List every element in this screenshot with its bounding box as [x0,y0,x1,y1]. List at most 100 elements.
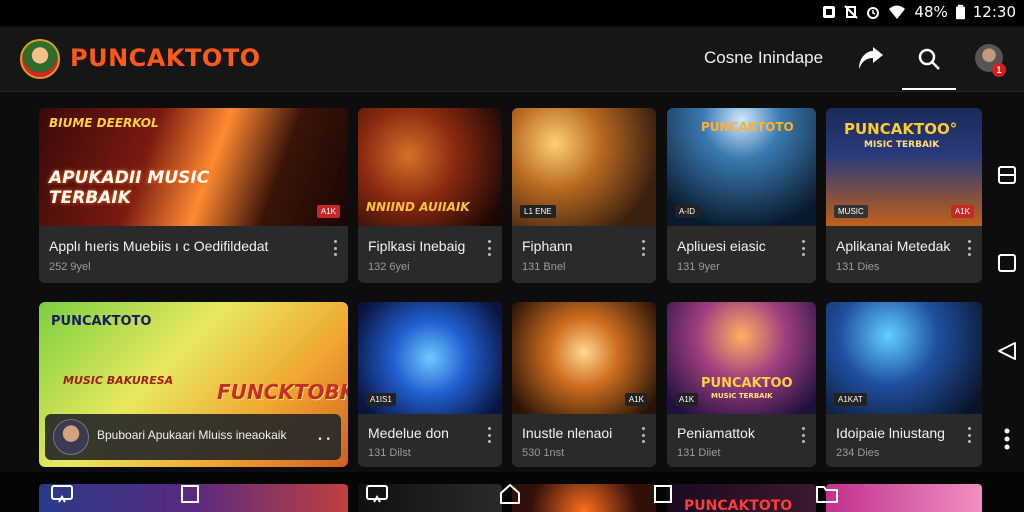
folder-icon[interactable] [815,482,839,506]
thumb-badge: A-ID [675,205,699,218]
share-icon[interactable] [855,44,885,74]
search-icon[interactable] [914,44,944,74]
clock: 12:30 [972,3,1016,21]
card-meta: 234 Dies [836,447,880,459]
thumb-title: FUNCKTOBK [217,380,348,404]
status-icons: 48% 12:30 [822,3,1016,21]
cast-icon[interactable] [50,482,74,506]
bottom-brand-text: PUNCAKTOTO [684,498,793,512]
thumb-badge: A1KAT [834,393,867,406]
card-title: Fiphann [522,238,573,254]
thumb-badge: A1K [950,205,974,218]
home-icon[interactable] [498,482,522,506]
more-options-icon[interactable] [966,427,972,443]
home-square-icon[interactable] [990,246,1024,280]
video-card[interactable]: A1IS1 Medelue don 131 Dilst [358,302,502,467]
thumb-title: APUKADII MUSIC TERBAIK [49,168,210,208]
thumb-badge: MUSIC [834,205,868,218]
thumb-title: NNIIND AUIIAIK [366,200,470,214]
header-label[interactable]: Cosne Inindape [704,48,823,68]
video-card[interactable]: PUNCAKTOTO A-ID Apliuesi eiasic 131 9yer [667,108,816,283]
side-navigation [990,92,1024,472]
brand-title: PUNCAKTOTO [70,44,261,72]
card-title: Applı hıeris Muebiis ı c Oedifildedat [49,238,269,254]
thumb-badge: A1K [316,205,340,218]
notification-icon [823,6,836,18]
thumb-subheading: MISIC TERBAIK [864,140,940,150]
thumbnail: NNIIND AUIIAIK [358,108,502,226]
more-options-icon[interactable] [332,240,338,256]
thumb-badge: A1IS1 [366,393,396,406]
thumbnail: A1IS1 [358,302,502,414]
app-header: PUNCAKTOTO Cosne Inindape 1 [0,26,1024,92]
thumb-heading: PUNCAKTOTO [701,120,794,134]
notification-badge: 1 [992,63,1006,77]
video-card[interactable]: NNIIND AUIIAIK Fiplkasi Inebaig 132 6yei [358,108,502,283]
thumb-subheading: MUSIC BAKURESA [63,374,174,387]
more-options-icon[interactable] [800,240,806,256]
thumbnail: BIUME DEERKOL APUKADII MUSIC TERBAIK A1K [39,108,348,226]
video-card[interactable]: PUNCAKTOO MUSIC TERBAIK A1K Peniamattok … [667,302,816,467]
thumb-badge: A1K [624,393,648,406]
square-icon[interactable] [651,482,675,506]
bottom-bar: PUNCAKTOTO [0,472,1024,512]
more-options-icon[interactable] [966,240,972,256]
thumbnail: PUNCAKTOO MUSIC TERBAIK A1K [667,302,816,414]
more-options-icon[interactable] [640,427,646,443]
card-title: Idoipaie lniustang [836,425,945,441]
thumb-heading: BIUME DEERKOL [49,116,159,130]
card-meta: 131 Dilst [368,447,411,459]
thumb-heading: PUNCAKTOO [701,376,793,391]
wifi-icon [889,5,906,19]
battery-icon [955,4,965,20]
thumb-heading: PUNCAKTOO° [844,120,958,138]
square-icon[interactable] [178,482,202,506]
status-bar: 48% 12:30 [0,0,1024,26]
card-meta: 131 9yer [677,261,720,273]
card-meta: 252 9yel [49,261,91,273]
video-card[interactable]: A1K Inustle nlenaoi 530 1nst [512,302,656,467]
card-meta: 132 6yei [368,261,410,273]
card-title: Medelue don [368,425,449,441]
video-card[interactable]: BIUME DEERKOL APUKADII MUSIC TERBAIK A1K… [39,108,348,283]
alarm-icon [867,7,880,19]
video-card[interactable]: L1 ENE Fiphann 131 Bnel [512,108,656,283]
card-title: Inustle nlenaoi [522,425,613,441]
card-title: Apliuesi eiasic [677,238,766,254]
channel-avatar[interactable] [53,419,89,455]
featured-title: Bpuboari Apukaari Mluiss ineaokaik [97,428,287,442]
card-meta: 530 1nst [522,447,565,459]
featured-card[interactable]: PUNCAKTOTO MUSIC BAKURESA FUNCKTOBK Bpub… [39,302,348,467]
thumbnail: PUNCAKTOTO A-ID [667,108,816,226]
more-options-icon[interactable]: • • [318,434,331,445]
thumb-heading: PUNCAKTOTO [51,314,152,329]
card-meta: 131 Dies [836,261,880,273]
cast-icon[interactable] [365,482,389,506]
back-triangle-icon[interactable] [990,334,1024,368]
brand-logo[interactable] [20,39,60,79]
more-dots-icon[interactable] [990,422,1024,456]
next-row-thumbnail[interactable] [826,484,982,512]
search-tab-indicator [902,88,956,90]
more-options-icon[interactable] [486,240,492,256]
thumb-badge: L1 ENE [520,205,556,218]
battery-percent: 48% [914,3,948,21]
card-title: Fiplkasi Inebaig [368,238,466,254]
card-meta: 131 Diiet [677,447,721,459]
more-options-icon[interactable] [486,427,492,443]
next-row-thumbnail[interactable] [512,484,656,512]
more-options-icon[interactable] [800,427,806,443]
recents-icon[interactable] [990,158,1024,192]
thumbnail: A1K [512,302,656,414]
thumbnail: PUNCAKTOO° MISIC TERBAIK A1K MUSIC [826,108,982,226]
card-meta: 131 Bnel [522,261,566,273]
featured-info-bar[interactable]: Bpuboari Apukaari Mluiss ineaokaik • • [45,414,341,460]
silent-icon [844,5,859,19]
content-grid: BIUME DEERKOL APUKADII MUSIC TERBAIK A1K… [0,92,990,472]
more-options-icon[interactable] [640,240,646,256]
card-title: Peniamattok [677,425,755,441]
video-card[interactable]: A1KAT Idoipaie lniustang 234 Dies [826,302,982,467]
thumbnail: A1KAT [826,302,982,414]
video-card[interactable]: PUNCAKTOO° MISIC TERBAIK A1K MUSIC Aplik… [826,108,982,283]
card-title: Aplikanai Metedak [836,238,951,254]
